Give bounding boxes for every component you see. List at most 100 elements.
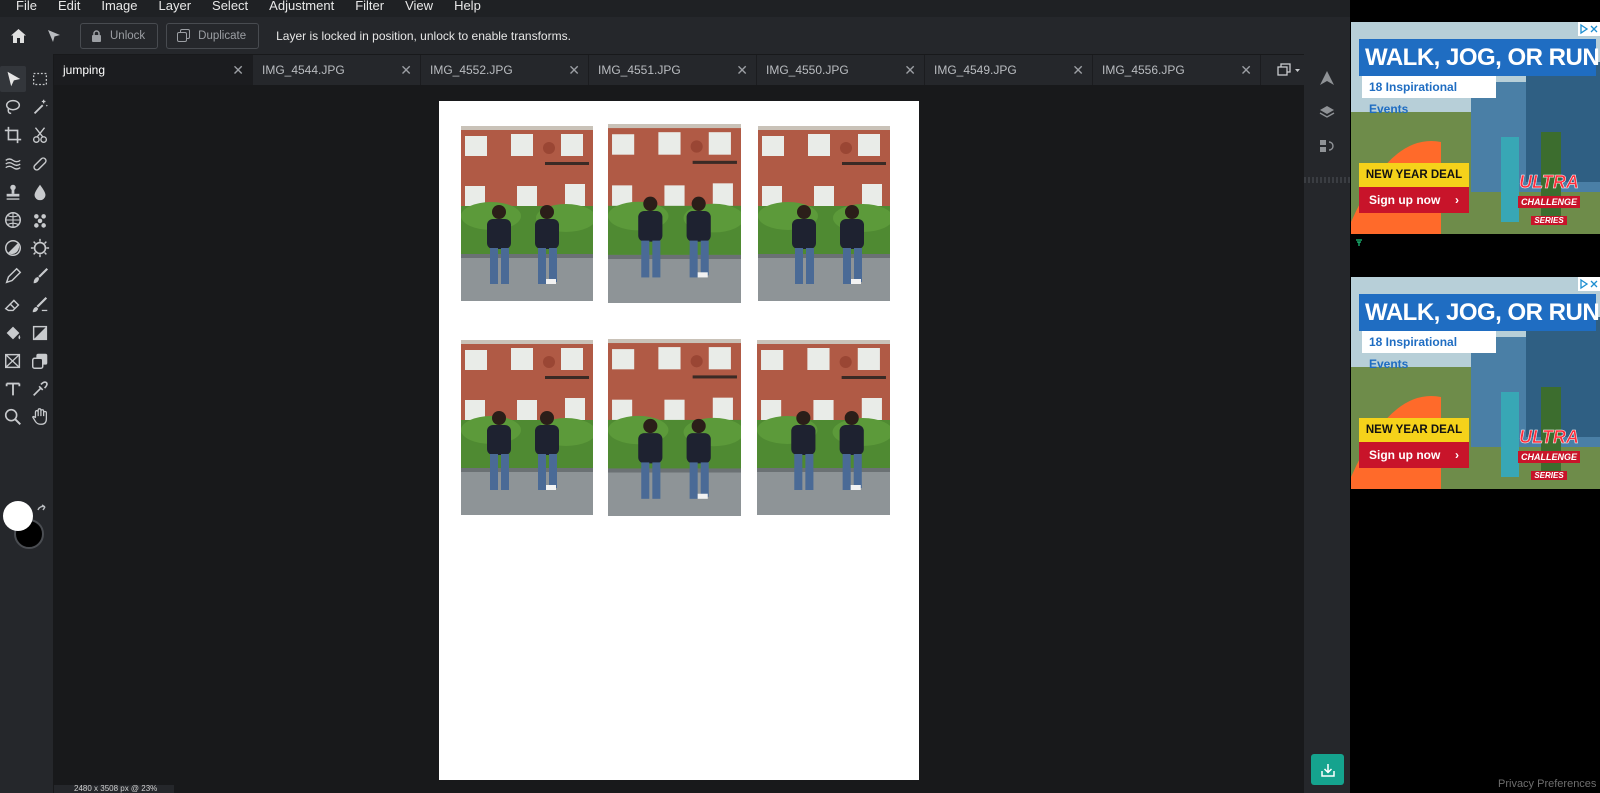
menu-filter[interactable]: Filter xyxy=(355,0,384,12)
advertisement-banner[interactable]: WALK, JOG, OR RUN 18 Inspirational Event… xyxy=(1351,22,1600,234)
close-icon[interactable]: ✕ xyxy=(232,62,244,79)
tab-label: IMG_4544.JPG xyxy=(262,63,345,77)
privacy-preferences-link[interactable]: Privacy Preferences xyxy=(1498,778,1596,790)
ad-logo-line2: CHALLENGE xyxy=(1518,451,1580,463)
liquify-tool-icon[interactable] xyxy=(0,151,26,177)
unlock-label: Unlock xyxy=(110,29,146,42)
pattern-tool-icon[interactable] xyxy=(27,207,53,233)
tab-jumping[interactable]: jumping ✕ xyxy=(54,55,253,85)
lasso-tool-icon[interactable] xyxy=(0,94,26,120)
photo-editor-app: File Edit Image Layer Select Adjustment … xyxy=(0,0,1350,793)
menu-image[interactable]: Image xyxy=(101,0,137,12)
tab-label: jumping xyxy=(63,63,106,77)
close-icon[interactable]: ✕ xyxy=(904,62,916,79)
chevron-right-icon: › xyxy=(1455,193,1459,207)
menu-layer[interactable]: Layer xyxy=(159,0,192,12)
pencil-tool-icon[interactable] xyxy=(0,263,26,289)
dodge-burn-tool-icon[interactable] xyxy=(0,235,26,261)
layout-photo[interactable] xyxy=(461,340,593,515)
healing-tool-icon[interactable] xyxy=(27,151,53,177)
menu-view[interactable]: View xyxy=(405,0,433,12)
ad-logo-line3: SERIES xyxy=(1531,471,1567,480)
layout-photo[interactable] xyxy=(461,126,593,301)
window-arrange-button[interactable] xyxy=(1261,55,1301,85)
layout-photo[interactable] xyxy=(608,124,741,303)
ad-deal-label: NEW YEAR DEAL xyxy=(1359,163,1469,187)
menu-adjustment[interactable]: Adjustment xyxy=(269,0,334,12)
tab-label: IMG_4549.JPG xyxy=(934,63,1017,77)
gradient-tool-icon[interactable] xyxy=(27,320,53,346)
tab-img-4552[interactable]: IMG_4552.JPG ✕ xyxy=(421,55,589,85)
blur-tool-icon[interactable] xyxy=(27,179,53,205)
tab-img-4550[interactable]: IMG_4550.JPG ✕ xyxy=(757,55,925,85)
close-icon[interactable]: ✕ xyxy=(1240,62,1252,79)
close-icon[interactable]: ✕ xyxy=(1072,62,1084,79)
shape-tool-icon[interactable] xyxy=(0,348,26,374)
clone-brush-tool-icon[interactable] xyxy=(27,292,53,318)
menu-bar: File Edit Image Layer Select Adjustment … xyxy=(0,0,1350,17)
document-canvas[interactable] xyxy=(439,101,919,780)
select-tool-icon[interactable] xyxy=(0,66,26,92)
zoom-tool-icon[interactable] xyxy=(0,404,26,430)
document-tabs: jumping ✕ IMG_4544.JPG ✕ IMG_4552.JPG ✕ … xyxy=(54,55,1304,85)
tab-label: IMG_4551.JPG xyxy=(598,63,681,77)
menu-edit[interactable]: Edit xyxy=(58,0,80,12)
layout-photo[interactable] xyxy=(608,339,741,516)
home-icon[interactable] xyxy=(0,17,36,54)
crop-tool-icon[interactable] xyxy=(0,122,26,148)
ad-signup-button[interactable]: Sign up now › xyxy=(1359,442,1469,468)
close-icon[interactable]: ✕ xyxy=(736,62,748,79)
ad-cta-label: Sign up now xyxy=(1369,448,1441,462)
magic-wand-tool-icon[interactable] xyxy=(27,94,53,120)
text-tool-icon[interactable] xyxy=(0,376,26,402)
lock-status-message: Layer is locked in position, unlock to e… xyxy=(276,28,571,43)
brush-tool-icon[interactable] xyxy=(27,263,53,289)
close-icon[interactable]: ✕ xyxy=(568,62,580,79)
ad-cta-label: Sign up now xyxy=(1369,193,1441,207)
ad-subline: 18 Inspirational Events xyxy=(1362,76,1496,116)
cut-tool-icon[interactable] xyxy=(27,122,53,148)
tab-img-4556[interactable]: IMG_4556.JPG ✕ xyxy=(1093,55,1261,85)
layout-photo[interactable] xyxy=(758,126,890,301)
layers-icon[interactable] xyxy=(1317,102,1337,122)
ad-deal-label: NEW YEAR DEAL xyxy=(1359,418,1469,442)
tool-palette xyxy=(0,54,53,793)
layout-photo[interactable] xyxy=(757,340,890,515)
menu-file[interactable]: File xyxy=(16,0,37,12)
right-panel-strip xyxy=(1304,54,1350,793)
eraser-tool-icon[interactable] xyxy=(0,292,26,318)
ad-subline: 18 Inspirational Events xyxy=(1362,331,1496,371)
advertisement-banner[interactable]: WALK, JOG, OR RUN 18 Inspirational Event… xyxy=(1351,277,1600,489)
ad-choices-icon[interactable] xyxy=(1578,22,1600,36)
menu-help[interactable]: Help xyxy=(454,0,481,12)
eyedropper-tool-icon[interactable] xyxy=(27,376,53,402)
swap-colors-icon[interactable] xyxy=(36,504,48,518)
tab-img-4551[interactable]: IMG_4551.JPG ✕ xyxy=(589,55,757,85)
menu-select[interactable]: Select xyxy=(212,0,248,12)
tab-img-4549[interactable]: IMG_4549.JPG ✕ xyxy=(925,55,1093,85)
ad-logo-line1: ULTRA xyxy=(1519,172,1579,193)
move-tool-icon[interactable] xyxy=(36,17,72,54)
close-icon[interactable]: ✕ xyxy=(400,62,412,79)
foreground-color-swatch[interactable] xyxy=(3,501,33,531)
navigator-icon[interactable] xyxy=(1317,68,1337,88)
unlock-button[interactable]: Unlock xyxy=(80,22,159,49)
mask-tool-icon[interactable] xyxy=(27,348,53,374)
tab-img-4544[interactable]: IMG_4544.JPG ✕ xyxy=(253,55,421,85)
lock-icon xyxy=(92,29,101,42)
marquee-tool-icon[interactable] xyxy=(27,66,53,92)
ad-choices-icon[interactable] xyxy=(1578,277,1600,291)
fill-tool-icon[interactable] xyxy=(0,320,26,346)
windows-icon xyxy=(1277,63,1300,76)
ad-marker-icon xyxy=(1356,239,1362,246)
stamp-tool-icon[interactable] xyxy=(0,179,26,205)
ad-signup-button[interactable]: Sign up now › xyxy=(1359,187,1469,213)
history-icon[interactable] xyxy=(1317,136,1337,156)
ad-brand-logo: ULTRA CHALLENGE SERIES xyxy=(1514,427,1584,480)
duplicate-icon xyxy=(177,29,191,42)
sharpen-tool-icon[interactable] xyxy=(27,235,53,261)
download-button[interactable] xyxy=(1311,754,1344,785)
sponge-tool-icon[interactable] xyxy=(0,207,26,233)
hand-tool-icon[interactable] xyxy=(27,404,53,430)
duplicate-button[interactable]: Duplicate xyxy=(166,22,260,49)
